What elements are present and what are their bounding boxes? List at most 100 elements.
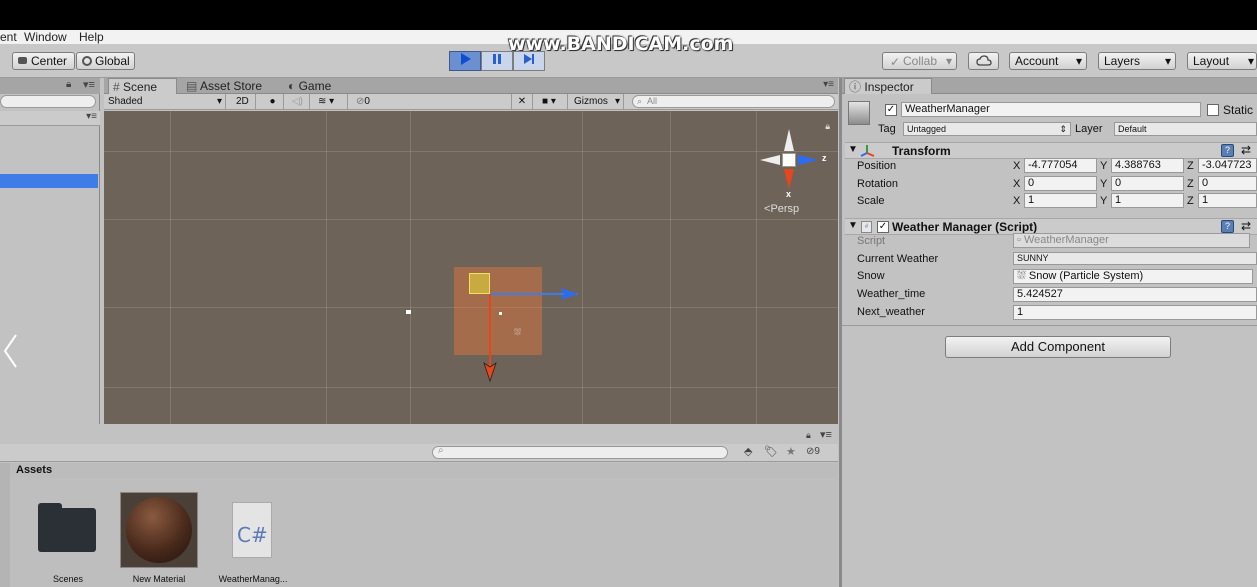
center-button[interactable]: Center bbox=[12, 52, 75, 70]
filter-type-icon[interactable]: ⬘ bbox=[744, 445, 752, 458]
collab-dropdown[interactable]: ✓ Collab ▾ bbox=[882, 52, 957, 70]
hierarchy-tabbar: 🔒︎ ▾≡ bbox=[0, 78, 100, 94]
hidden-objects-toggle[interactable]: ⊘0 bbox=[352, 94, 380, 110]
rotation-z-field[interactable]: 0 bbox=[1198, 176, 1257, 191]
object-name-input[interactable]: WeatherManager bbox=[901, 102, 1201, 117]
cloud-button[interactable] bbox=[968, 52, 999, 70]
layer-dropdown[interactable]: Default bbox=[1114, 122, 1257, 136]
transform-header[interactable]: ▼ Transform ? ⇄ bbox=[845, 142, 1257, 159]
layout-dropdown[interactable]: Layout ▾ bbox=[1187, 52, 1257, 70]
recording-watermark: www.BANDICAM.com bbox=[508, 33, 734, 55]
position-x-field[interactable]: -4.777054 bbox=[1024, 158, 1097, 173]
2d-toggle[interactable]: 2D bbox=[232, 94, 256, 110]
position-y-field[interactable]: 4.388763 bbox=[1111, 158, 1184, 173]
active-checkbox[interactable]: ✓ bbox=[885, 104, 897, 116]
foldout-arrow-icon[interactable]: ▼ bbox=[848, 144, 858, 155]
project-search-input[interactable]: ⌕ bbox=[432, 445, 728, 459]
effects-dropdown[interactable]: ≋ ▾ bbox=[314, 94, 348, 110]
camera-dropdown[interactable]: ■ ▾ bbox=[538, 94, 568, 110]
orientation-gizmo-center[interactable] bbox=[782, 153, 796, 167]
help-book-icon[interactable]: ? bbox=[1221, 144, 1234, 157]
position-z-field[interactable]: -3.047723 bbox=[1198, 158, 1257, 173]
current-weather-label: Current Weather bbox=[857, 253, 939, 265]
particle-system-icon: ⛆ bbox=[514, 327, 522, 337]
tab-inspector[interactable]: ⓘ Inspector bbox=[844, 78, 932, 94]
lighting-toggle[interactable]: ● bbox=[262, 94, 284, 110]
pivot-icon bbox=[18, 57, 27, 64]
layers-dropdown[interactable]: Layers ▾ bbox=[1098, 52, 1176, 70]
weather-time-field[interactable]: 5.424527 bbox=[1013, 287, 1257, 302]
shading-dropdown[interactable]: Shaded ▾ bbox=[104, 94, 226, 110]
move-z-arrow-icon[interactable] bbox=[558, 286, 580, 302]
hidden-packages-toggle[interactable]: ⊘9 bbox=[806, 446, 820, 457]
lock-icon[interactable]: 🔒︎ bbox=[66, 79, 71, 90]
play-button[interactable] bbox=[449, 51, 481, 71]
back-arrow-icon[interactable] bbox=[2, 333, 18, 369]
move-x-arrow-icon[interactable] bbox=[482, 361, 498, 383]
script-enabled-checkbox[interactable]: ✓ bbox=[877, 221, 889, 233]
persp-toggle[interactable]: <Persp bbox=[764, 203, 799, 215]
orientation-x-cone-icon[interactable] bbox=[782, 167, 796, 191]
orientation-y-cone-icon[interactable] bbox=[782, 127, 796, 153]
tab-scene[interactable]: # Scene bbox=[108, 78, 177, 94]
scale-y-field[interactable]: 1 bbox=[1111, 193, 1184, 208]
panel-menu-icon[interactable]: ▾≡ bbox=[823, 79, 834, 90]
csharp-script-icon: # bbox=[861, 221, 872, 233]
scale-x-field[interactable]: 1 bbox=[1024, 193, 1097, 208]
project-lock-icon[interactable]: 🔒︎ bbox=[806, 430, 811, 441]
asset-item-new-material[interactable]: New Material bbox=[120, 492, 198, 586]
menu-item-window[interactable]: Window bbox=[24, 30, 67, 44]
light-gizmo-icon[interactable] bbox=[406, 310, 411, 314]
scene-header-row[interactable]: ▾≡ bbox=[0, 111, 100, 126]
audio-toggle[interactable]: ◁) bbox=[286, 94, 310, 110]
global-button[interactable]: Global bbox=[76, 52, 135, 70]
global-label: Global bbox=[95, 54, 130, 68]
scene-viewport[interactable]: 🔒︎ ⛆ z x <Persp bbox=[104, 111, 838, 424]
component-settings-icon[interactable]: ⇄ bbox=[1241, 219, 1251, 233]
grid-icon: # bbox=[113, 80, 120, 94]
tools-toggle[interactable]: ✕ bbox=[511, 94, 533, 110]
tab-scene-label: Scene bbox=[123, 80, 158, 94]
orientation-z-cone-icon[interactable] bbox=[796, 153, 820, 167]
component-settings-icon[interactable]: ⇄ bbox=[1241, 143, 1251, 157]
gizmos-dropdown[interactable]: Gizmos ▾ bbox=[570, 94, 624, 110]
hierarchy-selected-row[interactable] bbox=[0, 174, 98, 188]
menu-icon[interactable]: ▾≡ bbox=[83, 78, 95, 91]
tab-game[interactable]: ◐ Game bbox=[284, 78, 335, 94]
chevron-down-icon: ▾ bbox=[1247, 54, 1254, 68]
scale-z-field[interactable]: 1 bbox=[1198, 193, 1257, 208]
static-checkbox[interactable] bbox=[1207, 104, 1219, 116]
scene-menu-icon[interactable]: ▾≡ bbox=[86, 111, 97, 122]
asset-item-scenes[interactable]: Scenes bbox=[30, 500, 106, 586]
add-component-button[interactable]: Add Component bbox=[945, 336, 1171, 358]
help-book-icon[interactable]: ? bbox=[1221, 220, 1234, 233]
account-dropdown[interactable]: Account ▾ bbox=[1009, 52, 1087, 70]
current-weather-dropdown[interactable]: SUNNY bbox=[1013, 252, 1257, 265]
persp-label: Persp bbox=[770, 203, 800, 215]
scene-search-input[interactable]: ⌕ All bbox=[632, 95, 835, 108]
tag-label: Tag bbox=[878, 123, 896, 135]
tag-dropdown[interactable]: Untagged ⇕ bbox=[903, 122, 1071, 136]
snow-object-field[interactable]: ⛆ Snow (Particle System) bbox=[1013, 269, 1253, 284]
viewport-lock-icon[interactable]: 🔒︎ bbox=[825, 121, 830, 132]
project-menu-icon[interactable]: ▾≡ bbox=[820, 428, 832, 441]
move-x-axis[interactable] bbox=[489, 294, 491, 366]
rotation-y-field[interactable]: 0 bbox=[1111, 176, 1184, 191]
menu-item-help[interactable]: Help bbox=[79, 30, 104, 44]
assets-title[interactable]: Assets bbox=[16, 464, 52, 476]
foldout-arrow-icon[interactable]: ▼ bbox=[848, 220, 858, 231]
axis-z-label: Z bbox=[1187, 160, 1194, 172]
next-weather-field[interactable]: 1 bbox=[1013, 305, 1257, 320]
selected-object-bounds[interactable] bbox=[454, 267, 542, 355]
tab-asset-store[interactable]: ▤ Asset Store bbox=[182, 78, 266, 94]
favorite-star-icon[interactable]: ★ bbox=[786, 445, 796, 458]
move-plane-handle[interactable] bbox=[469, 273, 490, 294]
filter-label-icon[interactable]: 🏷︎ bbox=[764, 445, 778, 458]
rotation-x-field[interactable]: 0 bbox=[1024, 176, 1097, 191]
asset-item-weathermanager[interactable]: C# WeatherManag... bbox=[210, 500, 296, 586]
project-toolbar: ⌕ ⬘ 🏷︎ ★ ⊘9 bbox=[0, 444, 838, 462]
menu-item-component[interactable]: ent bbox=[0, 30, 17, 44]
hierarchy-search-input[interactable] bbox=[0, 95, 96, 108]
tools-icon: ✕ bbox=[517, 96, 527, 107]
orientation-neg-x-cone-icon[interactable] bbox=[758, 153, 782, 167]
